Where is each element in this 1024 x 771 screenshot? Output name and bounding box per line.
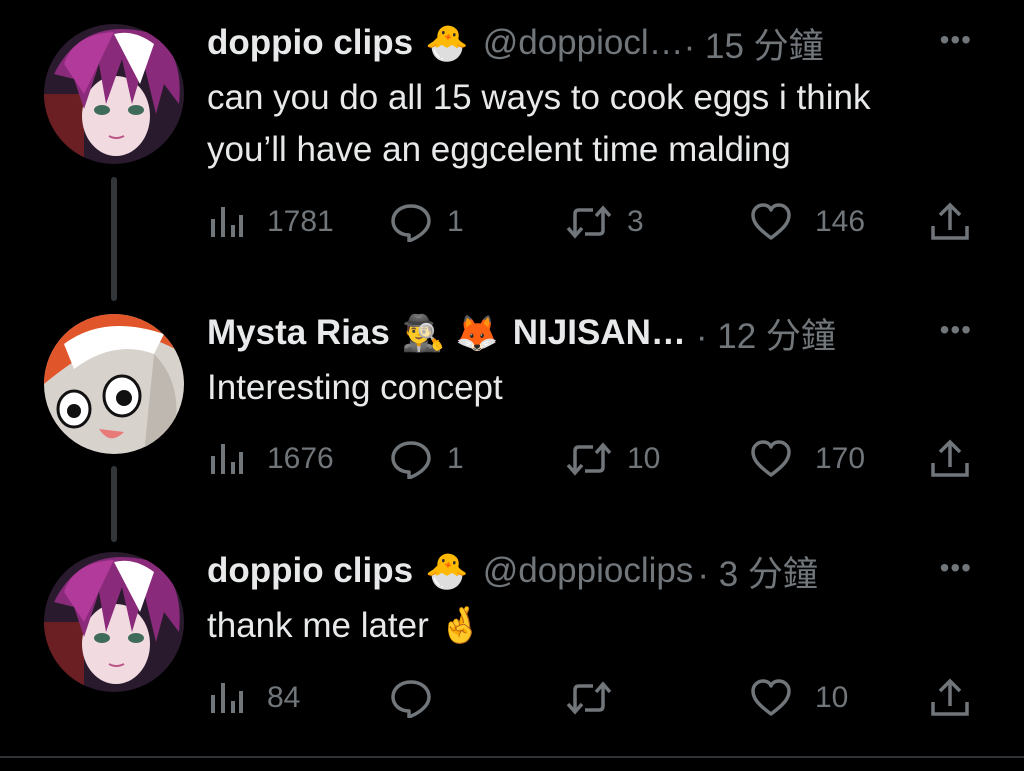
display-name[interactable]: doppio clips bbox=[207, 23, 413, 63]
reply-button[interactable]: 1 bbox=[389, 437, 464, 481]
reply-button[interactable] bbox=[389, 676, 447, 720]
speech-bubble-icon bbox=[391, 680, 431, 718]
retweet-count: 10 bbox=[627, 442, 661, 475]
tweet-text-line: Interesting concept bbox=[207, 368, 503, 407]
hatching-chick-emoji: 🐣 bbox=[425, 23, 469, 63]
retweet-button[interactable]: 10 bbox=[565, 437, 660, 481]
more-options-icon[interactable]: ••• bbox=[940, 24, 972, 56]
retweet-arrows-icon bbox=[566, 681, 612, 715]
tweet-header: doppio clips 🐣 @doppiocl… · 15 分鐘 bbox=[207, 20, 984, 66]
views-button[interactable]: 84 bbox=[207, 676, 300, 720]
like-count: 10 bbox=[815, 681, 849, 714]
tweet-text-line: you’ll have an eggcelent time malding bbox=[207, 130, 791, 169]
speech-bubble-icon bbox=[391, 204, 431, 242]
detective-fox-emoji: 🕵️‍♂️ 🦊 bbox=[401, 313, 499, 353]
tweet-text-line: can you do all 15 ways to cook eggs i th… bbox=[207, 78, 871, 117]
tweet-text: thank me later 🤞 bbox=[207, 600, 997, 652]
user-handle[interactable]: NIJISAN… bbox=[513, 313, 686, 353]
hatching-chick-emoji: 🐣 bbox=[425, 551, 469, 591]
timestamp[interactable]: · 3 分鐘 bbox=[697, 546, 818, 597]
share-button[interactable] bbox=[929, 200, 971, 244]
user-handle[interactable]: @doppioclips bbox=[483, 551, 694, 591]
like-count: 170 bbox=[815, 442, 866, 475]
tweet-text: Interesting concept bbox=[207, 362, 997, 414]
tweet-actions: 84 10 bbox=[207, 676, 987, 720]
timestamp[interactable]: · 12 分鐘 bbox=[696, 308, 836, 359]
heart-icon bbox=[751, 203, 791, 240]
reply-count: 1 bbox=[447, 442, 464, 475]
retweet-button[interactable] bbox=[565, 676, 627, 720]
reply-count: 1 bbox=[447, 205, 464, 238]
like-button[interactable]: 146 bbox=[749, 200, 865, 244]
retweet-count: 3 bbox=[627, 205, 644, 238]
retweet-arrows-icon bbox=[566, 205, 612, 239]
share-upload-icon bbox=[931, 439, 969, 477]
tweet-header: doppio clips 🐣 @doppioclips · 3 分鐘 bbox=[207, 548, 984, 594]
share-upload-icon bbox=[931, 678, 969, 716]
timestamp[interactable]: · 15 分鐘 bbox=[684, 18, 824, 69]
bar-chart-icon bbox=[211, 683, 243, 713]
display-name[interactable]: Mysta Rias bbox=[207, 313, 390, 353]
heart-icon bbox=[751, 440, 791, 477]
tweet-text: can you do all 15 ways to cook eggs i th… bbox=[207, 72, 997, 176]
tweet-text-line: thank me later 🤞 bbox=[207, 606, 483, 645]
tweet[interactable]: Mysta Rias 🕵️‍♂️ 🦊 NIJISAN… · 12 分鐘 ••• … bbox=[0, 310, 1024, 500]
retweet-arrows-icon bbox=[566, 442, 612, 476]
bar-chart-icon bbox=[211, 207, 243, 237]
avatar[interactable] bbox=[44, 552, 184, 692]
views-count: 84 bbox=[267, 681, 301, 714]
more-options-icon[interactable]: ••• bbox=[940, 552, 972, 584]
tweet-actions: 1781 1 3 146 bbox=[207, 200, 987, 244]
heart-icon bbox=[751, 679, 791, 716]
tweet-actions: 1676 1 10 170 bbox=[207, 437, 987, 481]
user-handle[interactable]: @doppiocl… bbox=[483, 23, 684, 63]
display-name[interactable]: doppio clips bbox=[207, 551, 413, 591]
reply-button[interactable]: 1 bbox=[389, 200, 464, 244]
avatar[interactable] bbox=[44, 24, 184, 164]
views-button[interactable]: 1676 bbox=[207, 437, 334, 481]
like-button[interactable]: 170 bbox=[749, 437, 865, 481]
share-upload-icon bbox=[931, 202, 969, 240]
divider bbox=[0, 756, 1024, 758]
like-count: 146 bbox=[815, 205, 866, 238]
tweet-header: Mysta Rias 🕵️‍♂️ 🦊 NIJISAN… · 12 分鐘 bbox=[207, 310, 984, 356]
views-count: 1781 bbox=[267, 205, 334, 238]
views-count: 1676 bbox=[267, 442, 334, 475]
views-button[interactable]: 1781 bbox=[207, 200, 334, 244]
tweet[interactable]: doppio clips 🐣 @doppiocl… · 15 分鐘 ••• ca… bbox=[0, 20, 1024, 260]
retweet-button[interactable]: 3 bbox=[565, 200, 644, 244]
like-button[interactable]: 10 bbox=[749, 676, 848, 720]
more-options-icon[interactable]: ••• bbox=[940, 314, 972, 346]
bar-chart-icon bbox=[211, 444, 243, 474]
share-button[interactable] bbox=[929, 676, 971, 720]
avatar[interactable] bbox=[44, 314, 184, 454]
share-button[interactable] bbox=[929, 437, 971, 481]
tweet[interactable]: doppio clips 🐣 @doppioclips · 3 分鐘 ••• t… bbox=[0, 548, 1024, 748]
speech-bubble-icon bbox=[391, 441, 431, 479]
